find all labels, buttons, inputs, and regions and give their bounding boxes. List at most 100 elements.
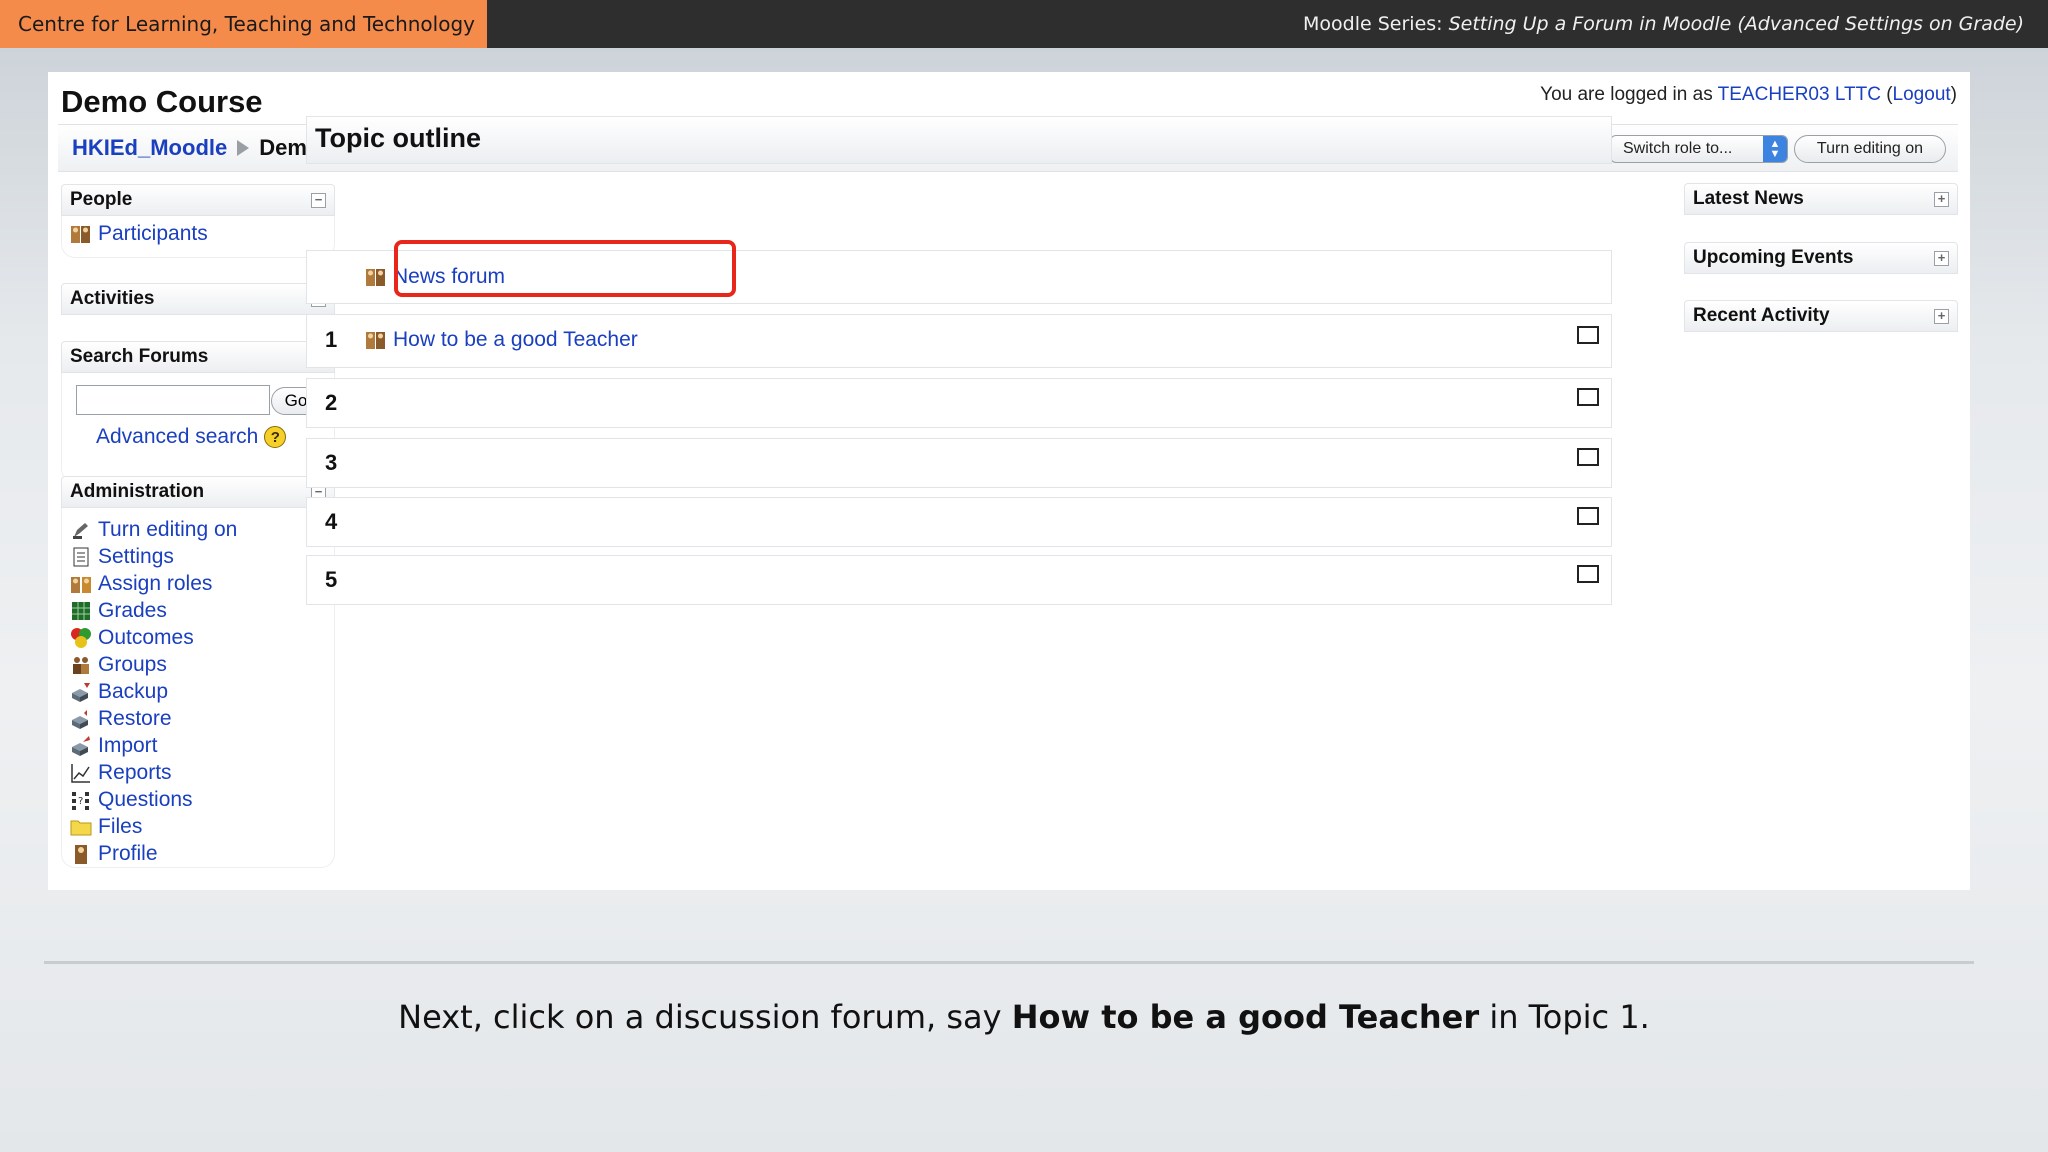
highlight-section-checkbox[interactable] xyxy=(1577,388,1599,406)
section-1: 1 How to be a good Teacher xyxy=(306,314,1612,368)
outcomes-icon xyxy=(70,627,92,649)
admin-questions[interactable]: ? Questions xyxy=(70,786,326,813)
settings-icon xyxy=(70,546,92,568)
reports-icon xyxy=(70,762,92,784)
admin-grades[interactable]: Grades xyxy=(70,597,326,624)
admin-item-label: Questions xyxy=(98,787,193,811)
banner-organization: Centre for Learning, Teaching and Techno… xyxy=(0,0,487,48)
admin-item-label: Turn editing on xyxy=(98,517,238,541)
people-block: People − Participants xyxy=(61,184,335,258)
administration-block: Administration − Turn editing on Setting… xyxy=(61,476,335,868)
people-block-header: People − xyxy=(61,184,335,216)
administration-header: Administration − xyxy=(61,476,335,508)
breadcrumb-separator-icon xyxy=(237,140,250,156)
section-number: 4 xyxy=(325,509,338,534)
banner-series: Moodle Series: xyxy=(1303,13,1443,35)
topic-outline-header: Topic outline xyxy=(306,116,1612,164)
switch-role-label: Switch role to... xyxy=(1623,140,1733,157)
admin-backup[interactable]: Backup xyxy=(70,678,326,705)
section-number: 3 xyxy=(325,450,338,475)
participants-link[interactable]: Participants xyxy=(70,220,326,247)
latest-news-header: Latest News + xyxy=(1684,183,1958,215)
admin-item-label: Settings xyxy=(98,544,174,568)
top-banner: Centre for Learning, Teaching and Techno… xyxy=(0,0,2048,48)
admin-item-label: Groups xyxy=(98,652,167,676)
admin-item-label: Import xyxy=(98,733,158,757)
admin-item-label: Restore xyxy=(98,706,172,730)
banner-title: Setting Up a Forum in Moodle (Advanced S… xyxy=(1448,13,2024,35)
logout-link[interactable]: Logout xyxy=(1893,84,1951,105)
highlight-section-checkbox[interactable] xyxy=(1577,448,1599,466)
grades-icon xyxy=(70,600,92,622)
participants-label: Participants xyxy=(98,221,208,245)
advanced-search-label: Advanced search xyxy=(96,425,259,448)
admin-groups[interactable]: Groups xyxy=(70,651,326,678)
caption-after: in Topic 1. xyxy=(1489,998,1650,1036)
admin-assign-roles[interactable]: Assign roles xyxy=(70,570,326,597)
recent-activity-title: Recent Activity xyxy=(1693,305,1830,326)
expand-icon[interactable]: + xyxy=(1934,192,1949,207)
admin-item-label: Files xyxy=(98,814,143,838)
expand-icon[interactable]: + xyxy=(1934,251,1949,266)
banner-series-title: Moodle Series: Setting Up a Forum in Moo… xyxy=(1303,0,2024,48)
questions-icon: ? xyxy=(70,789,92,811)
section-5: 5 xyxy=(306,555,1612,605)
switch-role-select[interactable]: Switch role to... ▲ ▼ xyxy=(1610,135,1788,163)
groups-icon xyxy=(70,654,92,676)
admin-files[interactable]: Files xyxy=(70,813,326,840)
admin-reports[interactable]: Reports xyxy=(70,759,326,786)
highlight-section-checkbox[interactable] xyxy=(1577,326,1599,344)
latest-news-block: Latest News + xyxy=(1684,183,1958,215)
caption-before: Next, click on a discussion forum, say xyxy=(398,998,1002,1036)
admin-outcomes[interactable]: Outcomes xyxy=(70,624,326,651)
admin-profile[interactable]: Profile xyxy=(70,840,326,867)
upcoming-events-header: Upcoming Events + xyxy=(1684,242,1958,274)
activities-block-header: Activities + xyxy=(61,283,335,315)
recent-activity-block: Recent Activity + xyxy=(1684,300,1958,332)
caption-divider xyxy=(44,961,1974,964)
search-forums-block: Search Forums − Go Advanced search ? xyxy=(61,341,335,483)
help-icon[interactable]: ? xyxy=(264,426,287,448)
admin-import[interactable]: Import xyxy=(70,732,326,759)
admin-restore[interactable]: Restore xyxy=(70,705,326,732)
recent-activity-header: Recent Activity + xyxy=(1684,300,1958,332)
collapse-icon[interactable]: − xyxy=(311,193,326,208)
admin-item-label: Grades xyxy=(98,598,167,622)
people-block-body: Participants xyxy=(61,216,335,258)
forum-label: How to be a good Teacher xyxy=(393,328,638,351)
page-title: Demo Course xyxy=(61,84,263,119)
latest-news-title: Latest News xyxy=(1693,188,1804,209)
admin-item-label: Outcomes xyxy=(98,625,194,649)
activities-block-title: Activities xyxy=(70,288,155,309)
admin-turn-editing-on[interactable]: Turn editing on xyxy=(70,516,326,543)
advanced-search-link[interactable]: Advanced search ? xyxy=(96,425,287,449)
activities-block: Activities + xyxy=(61,283,335,315)
admin-item-label: Backup xyxy=(98,679,169,703)
caption-forum-name: How to be a good Teacher xyxy=(1011,998,1480,1036)
forum-icon xyxy=(365,329,387,351)
roles-icon xyxy=(70,573,92,595)
folder-icon xyxy=(70,816,92,838)
section-2: 2 xyxy=(306,378,1612,428)
highlight-annotation xyxy=(394,240,736,297)
user-link[interactable]: TEACHER03 LTTC xyxy=(1718,84,1881,105)
breadcrumb-home-link[interactable]: HKIEd_Moodle xyxy=(72,135,227,161)
svg-text:?: ? xyxy=(78,796,83,807)
section-number: 5 xyxy=(325,567,338,592)
backup-icon xyxy=(70,681,92,703)
forum-icon xyxy=(365,266,387,288)
admin-settings[interactable]: Settings xyxy=(70,543,326,570)
search-forums-body: Go Advanced search ? xyxy=(61,373,335,483)
select-arrows-icon: ▲ ▼ xyxy=(1763,136,1787,162)
highlight-section-checkbox[interactable] xyxy=(1577,507,1599,525)
people-block-title: People xyxy=(70,189,133,210)
highlight-section-checkbox[interactable] xyxy=(1577,565,1599,583)
restore-icon xyxy=(70,708,92,730)
users-icon xyxy=(70,223,92,245)
login-prefix: You are logged in as xyxy=(1540,84,1713,105)
turn-editing-on-button[interactable]: Turn editing on xyxy=(1794,135,1946,163)
expand-icon[interactable]: + xyxy=(1934,309,1949,324)
profile-icon xyxy=(70,843,92,865)
search-forums-input[interactable] xyxy=(76,385,270,415)
forum-how-to-be-a-good-teacher-link[interactable]: How to be a good Teacher xyxy=(365,328,638,352)
